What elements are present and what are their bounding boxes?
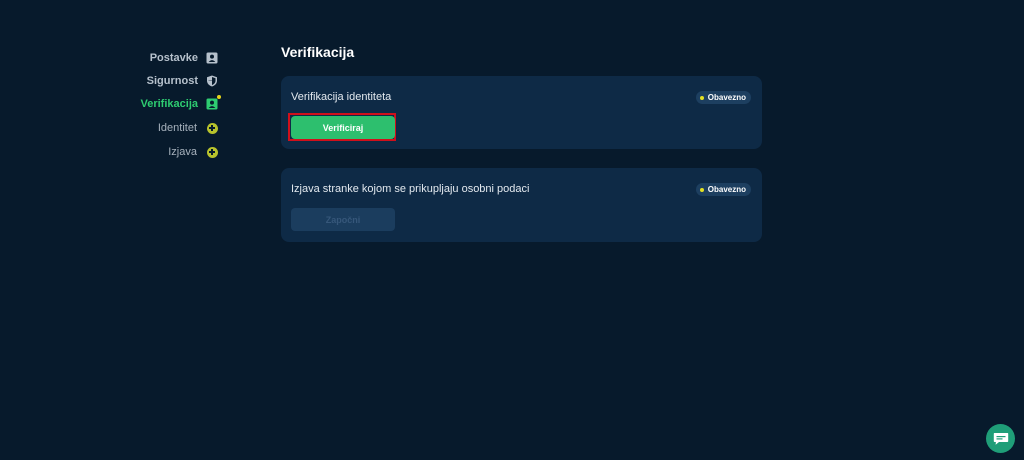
- sidebar-item-label: Sigurnost: [146, 75, 198, 87]
- card-title: Izjava stranke kojom se prikupljaju osob…: [291, 183, 530, 195]
- notification-dot: [217, 95, 221, 99]
- sidebar-item-izjava[interactable]: Izjava: [168, 143, 218, 161]
- sidebar-item-postavke[interactable]: Postavke: [150, 49, 218, 67]
- status-badge: Obavezno: [695, 183, 751, 196]
- sidebar-item-identitet[interactable]: Identitet: [158, 119, 218, 137]
- badge-label: Obavezno: [707, 185, 746, 194]
- card-title: Verifikacija identiteta: [291, 91, 392, 103]
- sidebar-item-label: Verifikacija: [140, 98, 199, 110]
- identity-verification-card: Verifikacija identiteta Obavezno Verific…: [281, 76, 762, 149]
- person-card-icon: [206, 52, 218, 64]
- sidebar-item-sigurnost[interactable]: Sigurnost: [147, 72, 218, 90]
- personal-data-statement-card: Izjava stranke kojom se prikupljaju osob…: [281, 168, 762, 242]
- sidebar-item-label: Izjava: [168, 146, 197, 158]
- chat-button[interactable]: [986, 424, 1015, 453]
- badge-label: Obavezno: [707, 93, 746, 102]
- page-title: Verifikacija: [281, 44, 355, 60]
- sidebar-item-verifikacija[interactable]: Verifikacija: [140, 95, 221, 113]
- badge-dot: [699, 187, 704, 192]
- sidebar-item-label: Postavke: [149, 52, 198, 64]
- person-card-icon: [206, 95, 221, 110]
- plus-circle-icon: [206, 122, 218, 134]
- chat-bubble-icon: [993, 432, 1009, 446]
- start-button[interactable]: Započni: [291, 208, 395, 231]
- sidebar-item-label: Identitet: [157, 122, 197, 134]
- verify-button[interactable]: Verificiraj: [291, 116, 395, 139]
- status-badge: Obavezno: [695, 91, 751, 104]
- shield-icon: [206, 75, 218, 87]
- plus-circle-icon: [206, 146, 218, 158]
- badge-dot: [699, 95, 704, 100]
